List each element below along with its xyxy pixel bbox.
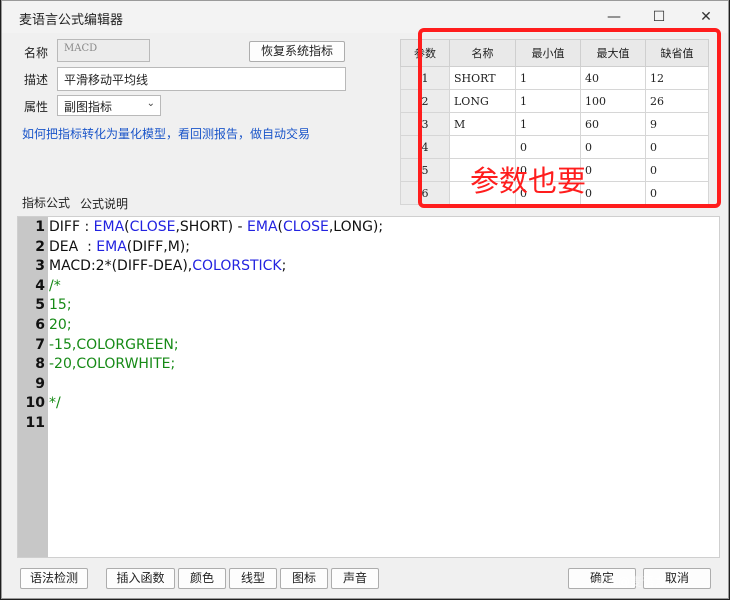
color-button[interactable]: 颜色 — [178, 568, 226, 589]
code-editor[interactable]: 1 DIFF : EMA(CLOSE,SHORT) - EMA(CLOSE,LON… — [17, 216, 720, 558]
syntax-check-button[interactable]: 语法检测 — [20, 568, 88, 589]
attribute-label: 属性 — [24, 100, 49, 114]
description-label: 描述 — [24, 73, 49, 87]
code-token: CLOSE — [129, 219, 176, 235]
formula-editor-window: 麦语言公式编辑器 — ☐ ✕ 名称 MACD 恢复系统指标 描述 平滑移动平均线… — [1, 0, 729, 599]
code-token: */ — [49, 395, 61, 412]
name-field: MACD — [57, 39, 150, 62]
line-type-button[interactable]: 线型 — [229, 568, 277, 589]
code-token: COLORSTICK — [192, 258, 282, 275]
code-token: MACD:2*(DIFF-DEA), — [49, 258, 193, 275]
line-number: 6 — [35, 317, 45, 333]
line-number: 7 — [35, 336, 45, 353]
code-token: DIFF : — [49, 219, 94, 235]
code-token: ,SHORT) - — [175, 219, 248, 235]
code-line: DIFF : EMA(CLOSE,SHORT) - EMA(CLOSE,LONG… — [49, 219, 383, 235]
code-token: (DIFF,M); — [126, 238, 190, 255]
description-field[interactable]: 平滑移动平均线 — [57, 67, 346, 91]
code-token: CLOSE — [283, 219, 329, 235]
icon-button[interactable]: 图标 — [280, 568, 328, 589]
chevron-down-icon: ⌄ — [146, 98, 155, 109]
maximize-icon[interactable]: ☐ — [639, 5, 679, 29]
line-number: 9 — [35, 375, 45, 392]
code-token: 20; — [49, 317, 72, 333]
quant-model-help-link[interactable]: 如何把指标转化为量化模型，看回测报告，做自动交易 — [22, 125, 310, 142]
code-token: ,LONG); — [328, 219, 384, 235]
code-token: DEA : — [49, 238, 97, 255]
name-label: 名称 — [24, 46, 49, 60]
code-token: -20,COLORWHITE; — [49, 356, 176, 373]
minimize-icon[interactable]: — — [594, 5, 634, 29]
code-token: EMA — [93, 219, 125, 235]
watermark: 头条@麦语言 — [594, 575, 667, 589]
code-line: -20,COLORWHITE; — [49, 356, 175, 372]
line-number: 5 — [35, 297, 45, 314]
code-line: MACD:2*(DIFF-DEA),COLORSTICK; — [49, 258, 286, 274]
line-number: 3 — [35, 258, 45, 275]
code-line: /* — [49, 278, 61, 294]
code-line: 20; — [49, 317, 72, 333]
insert-function-button[interactable]: 插入函数 — [106, 568, 175, 589]
close-icon[interactable]: ✕ — [686, 5, 726, 29]
attribute-select-value: 副图指标 — [64, 100, 113, 114]
line-number: 8 — [35, 356, 45, 373]
sound-button[interactable]: 声音 — [331, 568, 379, 589]
code-token: ; — [281, 258, 287, 275]
attribute-select[interactable]: 副图指标 ⌄ — [57, 95, 161, 116]
code-token: -15,COLORGREEN; — [49, 336, 179, 353]
line-number: 10 — [25, 395, 45, 412]
annotation-text: 参数也要 — [470, 164, 587, 198]
line-number: 11 — [25, 415, 45, 431]
code-token: 15; — [49, 297, 72, 314]
code-token: EMA — [247, 219, 278, 235]
code-token: /* — [49, 277, 61, 294]
code-line: 15; — [49, 297, 72, 313]
tab-formula[interactable]: 指标公式 — [22, 194, 70, 211]
line-number: 4 — [35, 277, 45, 294]
code-line: -15,COLORGREEN; — [49, 337, 179, 353]
code-line: DEA : EMA(DIFF,M); — [49, 239, 190, 255]
code-token: EMA — [96, 238, 127, 255]
window-title: 麦语言公式编辑器 — [19, 13, 124, 28]
line-number: 1 — [35, 219, 45, 235]
line-number: 2 — [35, 238, 45, 255]
restore-system-indicator-button[interactable]: 恢复系统指标 — [249, 41, 345, 62]
tab-formula-description[interactable]: 公式说明 — [80, 195, 128, 212]
code-line: */ — [49, 395, 61, 411]
